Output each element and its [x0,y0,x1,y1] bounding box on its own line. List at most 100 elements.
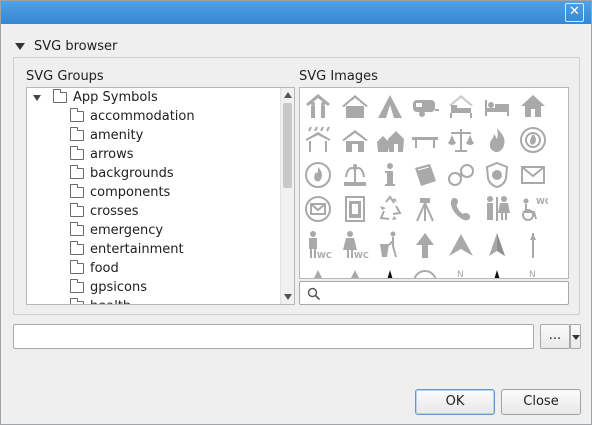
partial-north-icon: N [446,266,476,278]
fire-station-icon[interactable] [518,125,548,155]
recycle-icon[interactable] [375,194,405,224]
cabin-icon[interactable] [340,125,370,155]
svg-images-grid[interactable]: WC WC WC N N [299,87,569,279]
male-wc-icon[interactable]: WC [303,230,333,260]
tree-item-arrows[interactable]: arrows [70,145,134,164]
wheelchair-wc-icon[interactable]: WC [518,194,551,224]
tree-item-label: health [90,299,131,304]
telephone-icon[interactable] [446,194,476,224]
information-icon[interactable] [375,160,405,190]
north-arrow-icon[interactable] [482,230,512,260]
tree-item-entertainment[interactable]: entertainment [70,240,184,259]
picnic-table-icon[interactable] [410,125,440,155]
svg-text:WC: WC [354,251,369,260]
svg-images-label: SVG Images [299,69,378,84]
tree-root-item[interactable]: App Symbols [33,88,158,107]
scroll-thumb[interactable] [283,103,292,188]
folder-icon [70,184,84,198]
tree-root-label: App Symbols [73,90,158,105]
hotel-icon[interactable] [340,91,370,121]
two-houses-icon[interactable] [375,125,405,155]
folder-icon [70,108,84,122]
arrow-up-icon[interactable] [410,230,440,260]
scroll-down-arrow-icon[interactable] [284,294,292,300]
folder-icon [70,203,84,217]
svg-groups-tree[interactable]: App Symbols accommodation amenity arrows ba… [26,87,295,305]
partial-compass-icon [410,266,440,278]
female-wc-icon[interactable]: WC [340,230,370,260]
folder-icon [70,298,84,304]
svg-path-input[interactable] [13,324,534,349]
tripod-icon[interactable] [410,194,440,224]
shelter-rain-icon[interactable] [303,125,333,155]
partial-arrow-icon [303,266,333,278]
book-icon[interactable] [410,160,440,190]
waste-basket-icon[interactable] [375,230,405,260]
bed-icon[interactable] [482,91,512,121]
mail-icon[interactable] [518,160,548,190]
toilets-icon[interactable] [482,194,512,224]
tree-item-health[interactable]: health [70,297,131,304]
fountain-icon[interactable] [340,160,370,190]
tree-item-crosses[interactable]: crosses [70,202,138,221]
tree-item-label: gpsicons [90,280,148,295]
tree-item-amenity[interactable]: amenity [70,126,143,145]
svg-search-input[interactable] [324,285,562,301]
phone-booth-icon[interactable] [340,194,370,224]
caravan-icon[interactable] [410,91,440,121]
tree-item-label: backgrounds [90,166,174,181]
window-close-button[interactable]: ✕ [565,3,584,22]
partial-needle-icon [375,266,405,278]
tent-icon[interactable] [375,91,405,121]
svg-text:N: N [529,270,536,279]
tree-item-accommodation[interactable]: accommodation [70,107,195,126]
tree-item-label: food [90,261,119,276]
fire-icon[interactable] [482,125,512,155]
folder-icon [70,279,84,293]
svg-text:WC: WC [317,251,332,260]
partial-north-icon: N [518,266,548,279]
folder-icon [70,165,84,179]
police-badge-icon[interactable] [482,160,512,190]
close-button[interactable]: Close [501,389,581,415]
svg-browser-toggle[interactable]: SVG browser [15,37,117,55]
svg-groups-label: SVG Groups [26,69,104,84]
tree-item-emergency[interactable]: emergency [70,221,163,240]
partial-needle-icon [482,266,512,278]
mail-circle-icon[interactable] [303,194,333,224]
house-bed-icon[interactable] [446,91,476,121]
folder-icon [70,146,84,160]
partial-arrow-icon [340,266,370,278]
search-icon [307,287,321,301]
tree-item-label: crosses [90,204,139,219]
tree-vertical-scrollbar[interactable] [280,88,294,304]
scales-icon[interactable] [446,125,476,155]
tree-item-label: components [90,185,171,200]
title-bar: ✕ [1,1,591,24]
tree-item-backgrounds[interactable]: backgrounds [70,164,174,183]
tree-item-gpsicons[interactable]: gpsicons [70,278,147,297]
ok-button[interactable]: OK [415,389,495,415]
folder-icon [70,127,84,141]
shelter-fire-icon[interactable] [303,160,333,190]
folder-icon [70,222,84,236]
expand-arrow-icon[interactable] [33,94,41,101]
north-needle-icon[interactable] [518,230,548,260]
handcuffs-icon[interactable] [446,160,476,190]
browse-button[interactable]: ... [540,324,570,349]
browse-dropdown-button[interactable] [570,324,581,349]
tree-item-components[interactable]: components [70,183,170,202]
svg-text:WC: WC [536,197,548,206]
svg-search-field[interactable] [299,281,569,305]
svg-browser-dialog: ✕ SVG browser SVG Groups SVG Images App … [0,0,592,425]
tree-item-label: accommodation [90,109,195,124]
house-people-icon[interactable] [303,91,333,121]
svg-browser-title: SVG browser [34,38,118,54]
tree-item-label: emergency [90,223,164,238]
home-icon[interactable] [518,91,548,121]
collapse-triangle-icon[interactable] [15,42,25,50]
folder-icon [70,260,84,274]
scroll-up-arrow-icon[interactable] [284,92,292,98]
tree-item-food[interactable]: food [70,259,119,278]
arrow-northeast-icon[interactable] [446,230,476,260]
